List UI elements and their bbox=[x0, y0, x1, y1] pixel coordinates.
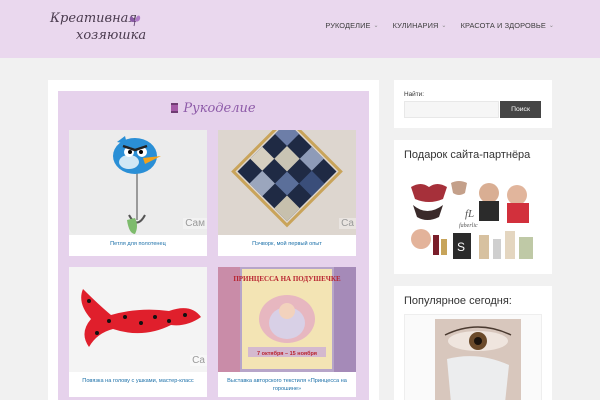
post-thumbnail[interactable]: Са bbox=[69, 267, 207, 372]
poster-title: ПРИНЦЕССА НА ПОДУШЕЧКЕ bbox=[233, 275, 341, 283]
post-thumbnail[interactable]: Сам bbox=[69, 130, 207, 235]
partner-widget: Подарок сайта-партнёра fL faberlic S bbox=[394, 140, 552, 274]
section-title[interactable]: Рукоделие bbox=[58, 101, 369, 116]
main-content: Рукоделие Сам Петля для полотенец Са Пэч… bbox=[48, 80, 379, 400]
main-nav: РУКОДЕЛИЕ ⌄ КУЛИНАРИЯ ⌄ КРАСОТА И ЗДОРОВ… bbox=[325, 21, 554, 30]
category-section: Рукоделие Сам Петля для полотенец Са Пэч… bbox=[58, 91, 369, 400]
logo-line-1: Креативная bbox=[50, 11, 138, 26]
svg-text:S: S bbox=[457, 240, 465, 254]
patchwork-illustration bbox=[218, 130, 356, 235]
site-header: Креативная хозяюшка РУКОДЕЛИЕ ⌄ КУЛИНАРИ… bbox=[0, 0, 600, 58]
post-thumbnail[interactable]: Са bbox=[218, 130, 356, 235]
spool-icon bbox=[171, 103, 179, 113]
widget-title-partner: Подарок сайта-партнёра bbox=[404, 149, 531, 161]
watermark: Са bbox=[190, 355, 207, 366]
nav-item-label: КУЛИНАРИЯ bbox=[392, 21, 439, 30]
poster-dates: 7 октября – 15 ноября bbox=[257, 350, 317, 357]
logo-line-2: хозяюшка bbox=[76, 28, 147, 43]
search-input[interactable] bbox=[404, 101, 499, 118]
popular-post-thumbnail[interactable] bbox=[404, 314, 542, 400]
post-title-link[interactable]: Выставка авторского текстиля «Принцесса … bbox=[218, 372, 356, 393]
partner-banner[interactable]: fL faberlic S bbox=[407, 177, 538, 264]
post-thumbnail[interactable]: ПРИНЦЕССА НА ПОДУШЕЧКЕ 7 октября – 15 но… bbox=[218, 267, 356, 372]
partner-brand: faberlic bbox=[459, 222, 478, 229]
headband-illustration bbox=[69, 267, 207, 372]
widget-title-popular: Популярное сегодня: bbox=[404, 295, 512, 307]
svg-text:fL: fL bbox=[465, 208, 474, 220]
chevron-down-icon: ⌄ bbox=[373, 23, 379, 29]
search-label: Найти: bbox=[404, 91, 425, 98]
nav-item-krasota[interactable]: КРАСОТА И ЗДОРОВЬЕ ⌄ bbox=[461, 21, 554, 30]
butterfly-icon bbox=[129, 15, 141, 27]
watermark: Сам bbox=[183, 218, 207, 229]
search-button[interactable]: Поиск bbox=[500, 101, 541, 118]
search-widget: Найти: Поиск bbox=[394, 80, 552, 128]
post-card[interactable]: ПРИНЦЕССА НА ПОДУШЕЧКЕ 7 октября – 15 но… bbox=[218, 267, 356, 397]
nav-item-label: КРАСОТА И ЗДОРОВЬЕ bbox=[460, 21, 546, 30]
post-card[interactable]: Са Пэчворк, мой первый опыт bbox=[218, 130, 356, 256]
post-card[interactable]: Са Повязка на голову с ушками, мастер-кл… bbox=[69, 267, 207, 397]
nav-item-rukodelie[interactable]: РУКОДЕЛИЕ ⌄ bbox=[325, 21, 378, 30]
eye-photo bbox=[405, 315, 541, 400]
nav-item-kulinariya[interactable]: КУЛИНАРИЯ ⌄ bbox=[393, 21, 447, 30]
popular-widget: Популярное сегодня: bbox=[394, 286, 552, 400]
post-title-link[interactable]: Петля для полотенец bbox=[69, 235, 207, 248]
post-title-link[interactable]: Пэчворк, мой первый опыт bbox=[218, 235, 356, 248]
site-logo[interactable]: Креативная хозяюшка bbox=[50, 11, 150, 47]
nav-item-label: РУКОДЕЛИЕ bbox=[325, 21, 371, 30]
chevron-down-icon: ⌄ bbox=[441, 23, 447, 29]
post-card[interactable]: Сам Петля для полотенец bbox=[69, 130, 207, 256]
partner-banner-image: fL faberlic S bbox=[407, 177, 538, 264]
exhibition-poster-illustration: ПРИНЦЕССА НА ПОДУШЕЧКЕ 7 октября – 15 но… bbox=[218, 267, 356, 372]
section-title-label: Рукоделие bbox=[183, 101, 256, 116]
watermark: Са bbox=[339, 218, 356, 229]
post-title-link[interactable]: Повязка на голову с ушками, мастер-класс bbox=[69, 372, 207, 385]
chevron-down-icon: ⌄ bbox=[548, 23, 554, 29]
